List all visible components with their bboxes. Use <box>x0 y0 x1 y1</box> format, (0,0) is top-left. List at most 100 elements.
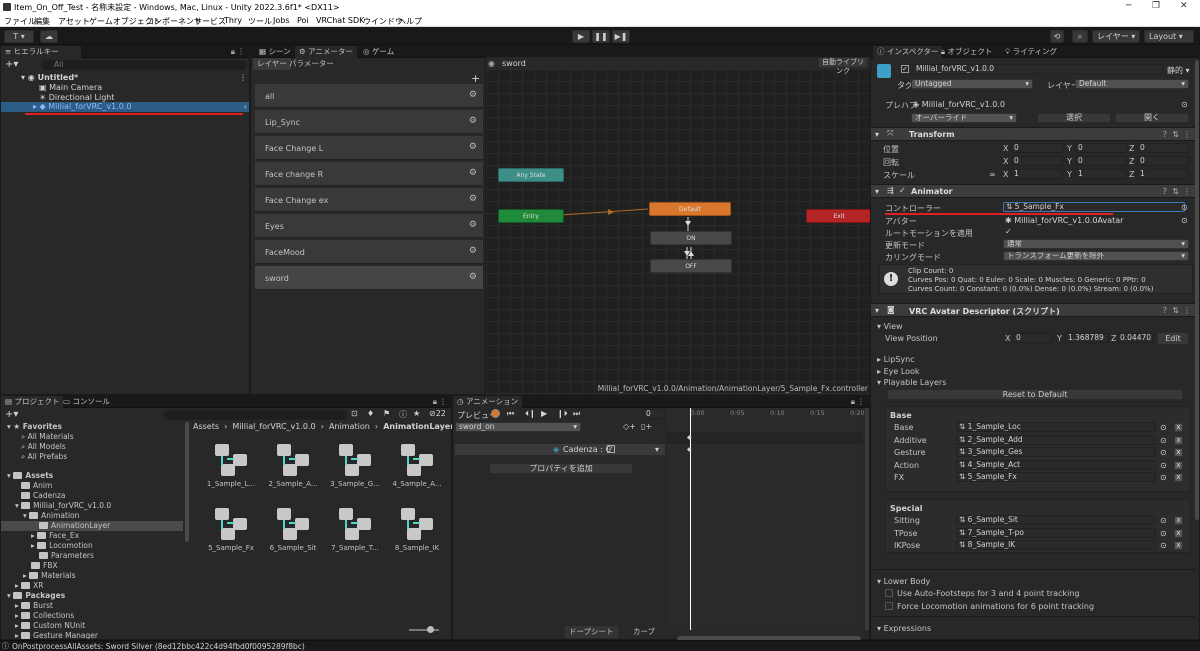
tab-inspector[interactable]: ⓘ インスペクター <box>873 46 943 58</box>
eyelook-foldout[interactable]: ▸ Eye Look <box>877 367 920 376</box>
clear-button[interactable]: x <box>1174 423 1183 432</box>
active-checkbox[interactable]: ✓ <box>901 65 909 73</box>
tree-item[interactable]: Cadenza <box>21 491 66 500</box>
layer-slot-field[interactable]: ⇅ 1_Sample_Loc <box>956 422 1156 432</box>
create-icon[interactable]: +▾ <box>5 409 18 420</box>
lock-icon[interactable]: 🔒︎ <box>433 397 437 407</box>
controller-target-icon[interactable]: ⊙ <box>1181 203 1188 212</box>
target-icon[interactable]: ⊙ <box>1160 423 1167 432</box>
layer-slot-field[interactable]: ⇅ 4_Sample_Act <box>956 459 1156 470</box>
filter-icon[interactable]: ⚑ <box>383 409 390 418</box>
tab-object[interactable]: 🔒︎ オブジェクト <box>937 46 996 58</box>
avatar-field[interactable]: ✱ Millial_forVRC_v1.0.0Avatar <box>1005 216 1123 225</box>
help-icon[interactable]: ? <box>1163 187 1167 196</box>
dopesheet-button[interactable]: ドープシート <box>565 626 618 638</box>
timeline-area[interactable]: 0:000:050:100:150:200:250:300:350:400:45… <box>667 408 865 642</box>
auto-footsteps-checkbox[interactable] <box>885 589 893 597</box>
tab-hierarchy[interactable]: ≡ ヒエラルキー <box>1 46 81 58</box>
layer-row[interactable]: Face Change L ⚙ <box>255 136 483 160</box>
asset-item[interactable]: 6_Sample_Sit <box>263 504 323 564</box>
target-icon[interactable]: ⊙ <box>1160 461 1167 470</box>
state-off[interactable]: OFF <box>650 259 732 273</box>
gear-icon[interactable]: ⚙ <box>469 116 477 126</box>
package-item[interactable]: ▸ Gesture Manager <box>15 631 98 639</box>
add-property-button[interactable]: プロパティを追加 <box>489 463 633 474</box>
menu-services[interactable]: サービス <box>194 16 226 27</box>
search-by-label-icon[interactable]: ♦ <box>367 409 374 418</box>
avatar-target-icon[interactable]: ⊙ <box>1181 216 1188 225</box>
menu-thry[interactable]: Thry <box>224 16 242 25</box>
prefab-target-icon[interactable]: ⊙ <box>1181 100 1188 109</box>
record-icon[interactable] <box>491 409 500 418</box>
preset-icon[interactable]: ⇅ <box>1172 130 1179 139</box>
transform-rot-x-field[interactable]: 0 <box>1011 156 1063 166</box>
preset-icon[interactable]: ⇅ <box>1172 187 1179 196</box>
overrides-dropdown[interactable]: オーバーライド <box>911 113 1017 123</box>
state-any[interactable]: Any State <box>498 168 564 182</box>
zoom-slider[interactable] <box>409 629 439 631</box>
more-icon[interactable]: ⋮ <box>439 397 447 406</box>
package-item[interactable]: ▸ Burst <box>15 601 53 610</box>
menu-edit[interactable]: 編集 <box>34 16 50 27</box>
state-default[interactable]: Default <box>649 202 731 216</box>
clear-button[interactable]: x <box>1174 460 1183 470</box>
lipsync-foldout[interactable]: ▸ LipSync <box>877 355 915 364</box>
maximize-icon[interactable]: ❐ <box>1152 1 1160 11</box>
gear-icon[interactable]: ⚙ <box>469 220 477 230</box>
property-menu-icon[interactable]: ▾ <box>655 445 659 454</box>
target-icon[interactable]: ⊙ <box>1160 516 1167 525</box>
star-icon[interactable]: ★ <box>413 409 420 418</box>
transform-scl-y-field[interactable]: 1 <box>1075 169 1127 179</box>
packages-foldout[interactable]: ▾ Packages <box>7 591 65 600</box>
project-search-input[interactable] <box>163 410 347 420</box>
fav-item[interactable]: ⌕ All Prefabs <box>21 452 67 462</box>
prefab-field[interactable]: ◈ Millial_forVRC_v1.0.0 <box>913 100 1005 109</box>
culling-mode-dropdown[interactable]: トランスフォーム更新を除外 <box>1003 251 1189 261</box>
pause-button[interactable]: ❚❚ <box>592 30 610 43</box>
tab-lighting[interactable]: 💡︎ ライティング <box>1001 46 1061 58</box>
playhead[interactable] <box>690 408 691 630</box>
fav-item[interactable]: ⌕ All Materials <box>21 432 74 442</box>
force-locomotion-checkbox[interactable] <box>885 602 893 610</box>
add-icon[interactable]: +▾ <box>5 59 18 70</box>
state-entry[interactable]: Entry <box>498 209 564 223</box>
preset-icon[interactable]: ⇅ <box>1172 306 1179 315</box>
menu-help[interactable]: ヘルプ <box>398 16 422 27</box>
asset-item[interactable]: 8_Sample_IK <box>387 504 447 564</box>
crumb[interactable]: Millial_forVRC_v1.0.0 <box>232 422 315 431</box>
select-button[interactable]: 選択 <box>1037 113 1111 123</box>
help-icon[interactable]: ? <box>1163 306 1167 315</box>
asset-item[interactable]: 4_Sample_A... <box>387 440 447 500</box>
clear-button[interactable]: x <box>1174 473 1183 482</box>
frame-field[interactable]: 0 <box>643 409 665 419</box>
tree-item[interactable]: ▾ Millial_forVRC_v1.0.0 <box>15 501 111 510</box>
clear-button[interactable]: x <box>1174 448 1183 457</box>
asset-item[interactable]: 2_Sample_A... <box>263 440 323 500</box>
add-event-icon[interactable]: ▯+ <box>641 422 652 431</box>
play-button[interactable]: ▶ <box>572 30 590 43</box>
layout-dropdown[interactable]: Layout ▾ <box>1144 30 1194 43</box>
view-pos-x[interactable]: 0 <box>1013 333 1053 343</box>
prev-key-icon[interactable]: ⏴❙ <box>525 409 536 419</box>
crumb-current[interactable]: AnimationLayer <box>383 422 454 431</box>
first-key-icon[interactable]: ⏮ <box>507 409 514 419</box>
play-icon[interactable]: ▶ <box>541 409 547 418</box>
clear-button[interactable]: x <box>1174 435 1183 445</box>
timeline-ruler[interactable]: 0:000:050:100:150:200:250:300:350:400:45… <box>667 408 865 420</box>
clear-button[interactable]: x <box>1174 541 1183 550</box>
view-pos-y[interactable]: 1.368789 <box>1065 333 1109 343</box>
favorites-foldout[interactable]: ▾ ★ Favorites <box>7 422 62 431</box>
transform-rot-y-field[interactable]: 0 <box>1075 156 1127 166</box>
keyframe-icon[interactable]: ◆ <box>687 446 692 453</box>
inspector-scrollbar[interactable] <box>1195 60 1199 520</box>
transform-scl-z-field[interactable]: 1 <box>1137 169 1189 179</box>
hidden-packages-icon[interactable]: ⊘22 <box>429 409 446 418</box>
hierarchy-search-input[interactable]: All <box>41 60 247 70</box>
add-keyframe-icon[interactable]: ◇+ <box>623 422 636 431</box>
package-item[interactable]: ▸ Custom NUnit <box>15 621 85 630</box>
descriptor-header[interactable]: ▾ ◙ VRC Avatar Descriptor (スクリプト) ? ⇅ ⋮ <box>871 303 1199 317</box>
transform-pos-z-field[interactable]: 0 <box>1137 143 1189 153</box>
clear-button[interactable]: x <box>1174 516 1183 525</box>
tab-animation[interactable]: ◷ アニメーション <box>453 396 523 408</box>
menu-vrchat-sdk[interactable]: VRChat SDK <box>316 16 364 25</box>
